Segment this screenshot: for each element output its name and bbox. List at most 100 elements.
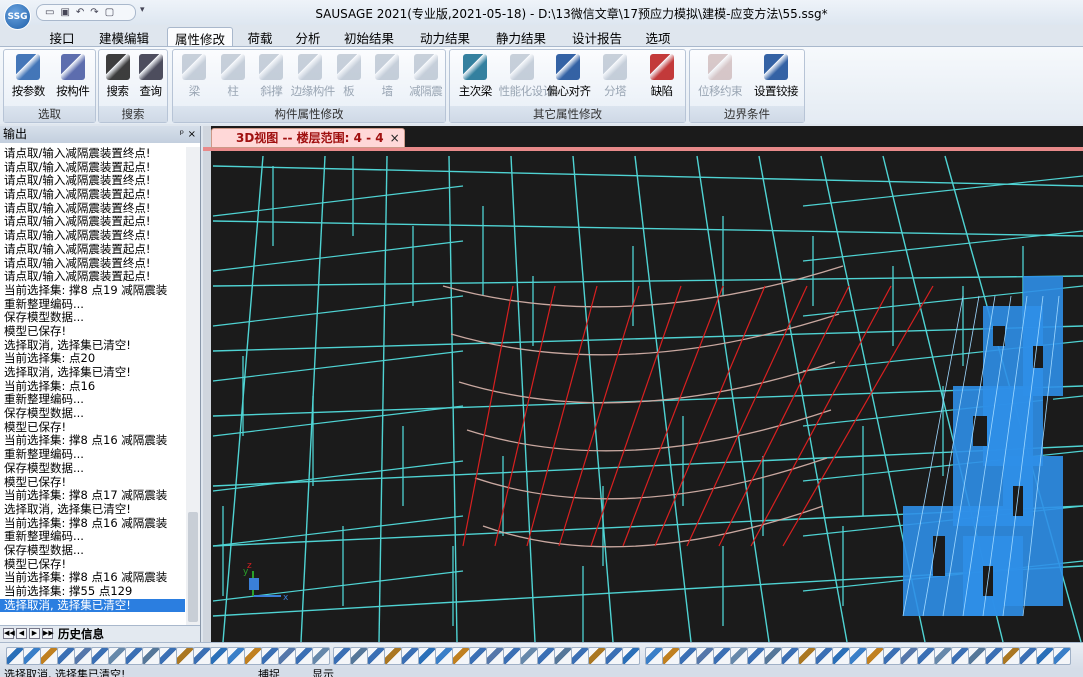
- tab-7[interactable]: 静力结果: [488, 27, 554, 47]
- close-icon[interactable]: ×: [390, 129, 400, 147]
- output-log[interactable]: 请点取/输入减隔震装置终点! 请点取/输入减隔震装置起点! 请点取/输入减隔震装置终…: [0, 147, 185, 625]
- ribbon-button-main-secondary-beam[interactable]: 主次梁: [452, 52, 499, 108]
- toolbar-tool-icon[interactable]: [588, 647, 606, 665]
- toolbar-tool-icon[interactable]: [605, 647, 623, 665]
- tab-3d-view[interactable]: 3D视图 -- 楼层范围: 4 - 4 ×: [211, 128, 405, 148]
- toolbar-tool-icon[interactable]: [108, 647, 126, 665]
- toolbar-tool-icon[interactable]: [1053, 647, 1071, 665]
- toolbar-tool-icon[interactable]: [418, 647, 436, 665]
- tab-3[interactable]: 荷载: [240, 27, 280, 47]
- ribbon-button-column[interactable]: 柱: [214, 52, 253, 108]
- scroll-thumb[interactable]: [188, 512, 198, 622]
- toolbar-tool-icon[interactable]: [350, 647, 368, 665]
- toolbar-tool-icon[interactable]: [278, 647, 296, 665]
- toolbar-tool-icon[interactable]: [730, 647, 748, 665]
- toolbar-tool-icon[interactable]: [798, 647, 816, 665]
- toolbar-tool-icon[interactable]: [193, 647, 211, 665]
- toolbar-tool-icon[interactable]: [1002, 647, 1020, 665]
- ribbon-button-query[interactable]: 查询: [134, 52, 167, 108]
- tab-2[interactable]: 属性修改: [167, 27, 233, 47]
- 3d-viewport[interactable]: 3D视图 -- 楼层范围: 4 - 4 × xyz: [203, 126, 1083, 642]
- toolbar-tool-icon[interactable]: [74, 647, 92, 665]
- toolbar-tool-icon[interactable]: [312, 647, 330, 665]
- tab-0[interactable]: 接口: [44, 27, 80, 47]
- toolbar-tool-icon[interactable]: [713, 647, 731, 665]
- toolbar-tool-icon[interactable]: [23, 647, 41, 665]
- ribbon-button-performance-design[interactable]: 性能化设计: [499, 52, 554, 108]
- toolbar-tool-icon[interactable]: [435, 647, 453, 665]
- tab-6[interactable]: 动力结果: [412, 27, 478, 47]
- structural-model[interactable]: xyz: [203, 126, 1083, 642]
- toolbar-tool-icon[interactable]: [384, 647, 402, 665]
- toolbar-tool-icon[interactable]: [747, 647, 765, 665]
- output-scrollbar[interactable]: [186, 147, 200, 625]
- toolbar-tool-icon[interactable]: [571, 647, 589, 665]
- first-page-icon[interactable]: ◀◀: [3, 628, 15, 639]
- toolbar-tool-icon[interactable]: [917, 647, 935, 665]
- toolbar-tool-icon[interactable]: [832, 647, 850, 665]
- ribbon-button-wall[interactable]: 墙: [368, 52, 407, 108]
- ribbon-button-defect[interactable]: 缺陷: [638, 52, 685, 108]
- tab-9[interactable]: 选项: [638, 27, 678, 47]
- ribbon-button-cylinder[interactable]: 按参数: [6, 52, 51, 108]
- toolbar-tool-icon[interactable]: [125, 647, 143, 665]
- toolbar-tool-icon[interactable]: [244, 647, 262, 665]
- toolbar-tool-icon[interactable]: [452, 647, 470, 665]
- toolbar-tool-icon[interactable]: [176, 647, 194, 665]
- app-logo[interactable]: SSG: [4, 3, 31, 30]
- toolbar-tool-icon[interactable]: [503, 647, 521, 665]
- toolbar-tool-icon[interactable]: [210, 647, 228, 665]
- tab-5[interactable]: 初始结果: [336, 27, 402, 47]
- toolbar-tool-icon[interactable]: [934, 647, 952, 665]
- prev-page-icon[interactable]: ◀: [16, 628, 27, 639]
- toolbar-tool-icon[interactable]: [622, 647, 640, 665]
- toolbar-tool-icon[interactable]: [679, 647, 697, 665]
- tab-1[interactable]: 建模编辑: [92, 27, 156, 47]
- toolbar-tool-icon[interactable]: [662, 647, 680, 665]
- toolbar-tool-icon[interactable]: [900, 647, 918, 665]
- toolbar-tool-icon[interactable]: [227, 647, 245, 665]
- toolbar-tool-icon[interactable]: [401, 647, 419, 665]
- toolbar-tool-icon[interactable]: [333, 647, 351, 665]
- toolbar-tool-icon[interactable]: [985, 647, 1003, 665]
- last-page-icon[interactable]: ▶▶: [42, 628, 54, 639]
- ribbon-button-edge-member[interactable]: 边缘构件: [291, 52, 335, 108]
- toolbar-tool-icon[interactable]: [469, 647, 487, 665]
- ribbon-button-brace[interactable]: 斜撑: [252, 52, 291, 108]
- ribbon-button-eccentric-align[interactable]: 偏心对齐: [545, 52, 592, 108]
- toolbar-tool-icon[interactable]: [781, 647, 799, 665]
- toolbar-tool-icon[interactable]: [159, 647, 177, 665]
- toolbar-tool-icon[interactable]: [866, 647, 884, 665]
- toolbar-tool-icon[interactable]: [849, 647, 867, 665]
- toolbar-tool-icon[interactable]: [1036, 647, 1054, 665]
- toolbar-tool-icon[interactable]: [968, 647, 986, 665]
- toolbar-tool-icon[interactable]: [486, 647, 504, 665]
- ribbon-button-damper[interactable]: 减隔震: [406, 52, 445, 108]
- toolbar-tool-icon[interactable]: [261, 647, 279, 665]
- ribbon-button-beam[interactable]: 梁: [175, 52, 214, 108]
- ribbon-button-displacement-constraint[interactable]: 位移约束: [692, 52, 748, 108]
- toolbar-tool-icon[interactable]: [696, 647, 714, 665]
- status-display[interactable]: 显示: [312, 669, 334, 677]
- toolbar-tool-icon[interactable]: [554, 647, 572, 665]
- toolbar-tool-icon[interactable]: [57, 647, 75, 665]
- toolbar-tool-icon[interactable]: [951, 647, 969, 665]
- toolbar-tool-icon[interactable]: [1019, 647, 1037, 665]
- toolbar-tool-icon[interactable]: [295, 647, 313, 665]
- ribbon-button-tower[interactable]: 分塔: [592, 52, 639, 108]
- toolbar-tool-icon[interactable]: [6, 647, 24, 665]
- tab-4[interactable]: 分析: [290, 27, 326, 47]
- toolbar-tool-icon[interactable]: [520, 647, 538, 665]
- toolbar-tool-icon[interactable]: [367, 647, 385, 665]
- tab-8[interactable]: 设计报告: [564, 27, 630, 47]
- ribbon-button-hinge[interactable]: 设置铰接: [748, 52, 804, 108]
- pin-icon[interactable]: ᵖ: [180, 126, 184, 143]
- status-snap[interactable]: 捕捉: [258, 669, 280, 677]
- toolbar-tool-icon[interactable]: [883, 647, 901, 665]
- toolbar-tool-icon[interactable]: [537, 647, 555, 665]
- toolbar-tool-icon[interactable]: [645, 647, 663, 665]
- ribbon-button-magnifier[interactable]: 搜索: [101, 52, 134, 108]
- next-page-icon[interactable]: ▶: [29, 628, 40, 639]
- toolbar-tool-icon[interactable]: [764, 647, 782, 665]
- ribbon-button-frame[interactable]: 按构件: [51, 52, 96, 108]
